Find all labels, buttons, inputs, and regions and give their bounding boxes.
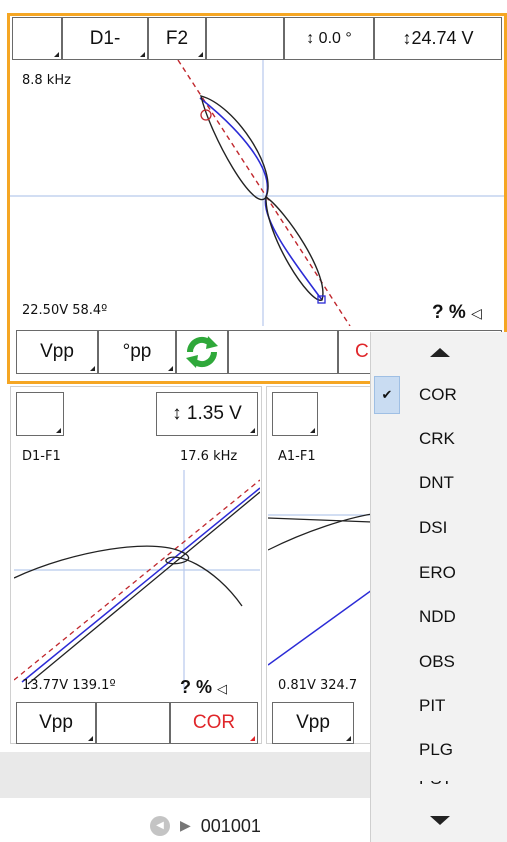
main-frequency-label: 8.8 kHz: [22, 73, 71, 88]
menu-item-ero[interactable]: ERO: [371, 550, 507, 596]
main-toolbar-blank[interactable]: [206, 17, 284, 60]
menu-item-label: CRK: [419, 429, 455, 448]
triangle-left-icon: ◁: [217, 681, 228, 696]
main-phase-button[interactable]: °pp: [98, 330, 176, 374]
cor-label: C: [355, 341, 369, 362]
rotation-value: ↕ 0.0 °: [306, 29, 352, 47]
menu-item-ndd[interactable]: NDD: [371, 594, 507, 640]
signal-trace-lower-loop: [265, 195, 324, 301]
menu-item-partial[interactable]: PST: [371, 781, 507, 797]
menu-item-dnt[interactable]: DNT: [371, 460, 507, 506]
checkmark-icon: ✔: [374, 376, 400, 414]
play-icon[interactable]: ▶: [180, 818, 191, 834]
refresh-icon: [186, 336, 218, 368]
record-navigation: ◀ ▶ 001001: [150, 812, 261, 840]
menu-item-label: NDD: [419, 607, 456, 626]
menu-item-cor[interactable]: ✔ COR: [371, 372, 507, 418]
record-number: 001001: [200, 815, 261, 836]
scroll-down-button[interactable]: [371, 798, 507, 842]
main-empty-button[interactable]: [12, 17, 62, 60]
menu-item-label: OBS: [419, 652, 455, 671]
left-frequency-label: 17.6 kHz: [180, 449, 238, 464]
left-cor-label: COR: [192, 712, 236, 733]
left-signal-trace: [27, 491, 260, 685]
menu-item-pit[interactable]: PIT: [371, 683, 507, 729]
main-vpp-button[interactable]: Vpp: [16, 330, 98, 374]
menu-item-label: COR: [419, 385, 457, 404]
menu-item-obs[interactable]: OBS: [371, 639, 507, 685]
left-lissajous-plot[interactable]: [14, 470, 260, 690]
status-text: ? %: [432, 302, 466, 323]
reference-line: [177, 60, 351, 326]
main-bottom-blank[interactable]: [228, 330, 338, 374]
phase-label: °pp: [122, 341, 152, 362]
left-signal-curve: [14, 545, 243, 607]
left-cor-button[interactable]: COR: [170, 702, 258, 744]
span-value: ↕24.74 V: [402, 28, 474, 48]
refresh-button[interactable]: [176, 330, 228, 374]
defect-dropdown-menu[interactable]: ✔ COR CRK DNT DSI ERO NDD OBS PIT PLG PS…: [370, 332, 507, 842]
middle-channel-label: A1-F1: [278, 449, 316, 464]
menu-item-label: DSI: [419, 518, 448, 537]
left-channel-label: D1-F1: [22, 449, 61, 464]
scroll-up-button[interactable]: [371, 332, 507, 372]
menu-item-label: ERO: [419, 563, 456, 582]
menu-item-label: DNT: [419, 473, 454, 492]
menu-item-label: PST: [419, 781, 452, 789]
left-span-value: ↕ 1.35 V: [172, 403, 242, 424]
middle-vpp-label: Vpp: [296, 712, 330, 733]
vpp-label: Vpp: [40, 341, 74, 362]
menu-item-plg[interactable]: PLG: [371, 727, 507, 773]
rotation-field[interactable]: ↕ 0.0 °: [284, 17, 374, 60]
ch2-label: F2: [165, 27, 189, 49]
main-status-label: ? % ◁: [432, 302, 482, 324]
triangle-down-icon: [429, 815, 450, 825]
triangle-left-icon: ◁: [471, 305, 482, 321]
middle-vpp-button[interactable]: Vpp: [272, 702, 354, 744]
triangle-up-icon: [429, 347, 450, 357]
left-reference-line: [14, 479, 260, 681]
main-lissajous-plot[interactable]: [10, 60, 504, 326]
middle-lissajous-plot[interactable]: [268, 470, 372, 690]
left-bottom-blank[interactable]: [96, 702, 170, 744]
ch1-label: D1-: [89, 27, 121, 49]
left-span-field[interactable]: ↕ 1.35 V: [156, 392, 258, 436]
left-vpp-label: Vpp: [39, 712, 73, 733]
middle-reading-label: 0.81V 324.7: [278, 678, 358, 693]
left-status-text: ? %: [180, 677, 213, 697]
main-ch1-selector[interactable]: D1-: [62, 17, 148, 60]
left-empty-button[interactable]: [16, 392, 64, 436]
skip-back-icon[interactable]: ◀: [150, 816, 170, 836]
left-vpp-button[interactable]: Vpp: [16, 702, 96, 744]
left-status-label: ? % ◁: [180, 677, 227, 698]
menu-item-label: PIT: [419, 696, 446, 715]
main-reading-label: 22.50V 58.4º: [22, 303, 108, 318]
middle-empty-button[interactable]: [272, 392, 318, 436]
menu-item-label: PLG: [419, 740, 454, 759]
menu-item-crk[interactable]: CRK: [371, 416, 507, 462]
main-ch2-selector[interactable]: F2: [148, 17, 206, 60]
span-field[interactable]: ↕24.74 V: [374, 17, 502, 60]
left-reading-label: 13.77V 139.1º: [22, 678, 116, 693]
menu-item-dsi[interactable]: DSI: [371, 505, 507, 551]
